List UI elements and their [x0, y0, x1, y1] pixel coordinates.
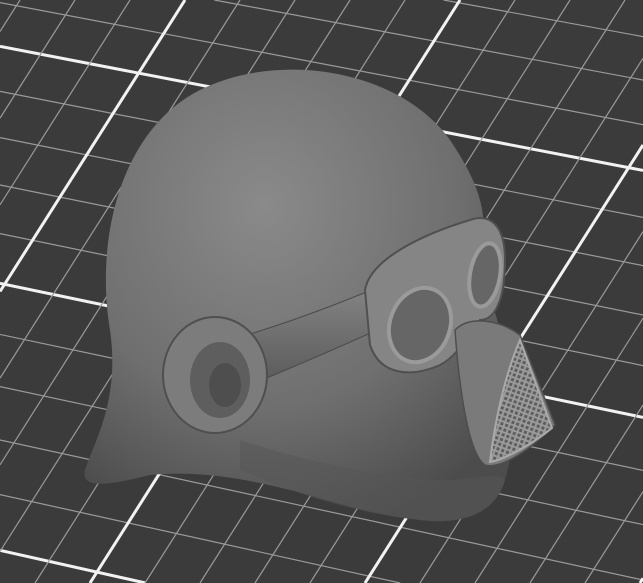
ear — [162, 316, 268, 434]
3d-viewport[interactable] — [0, 0, 643, 583]
